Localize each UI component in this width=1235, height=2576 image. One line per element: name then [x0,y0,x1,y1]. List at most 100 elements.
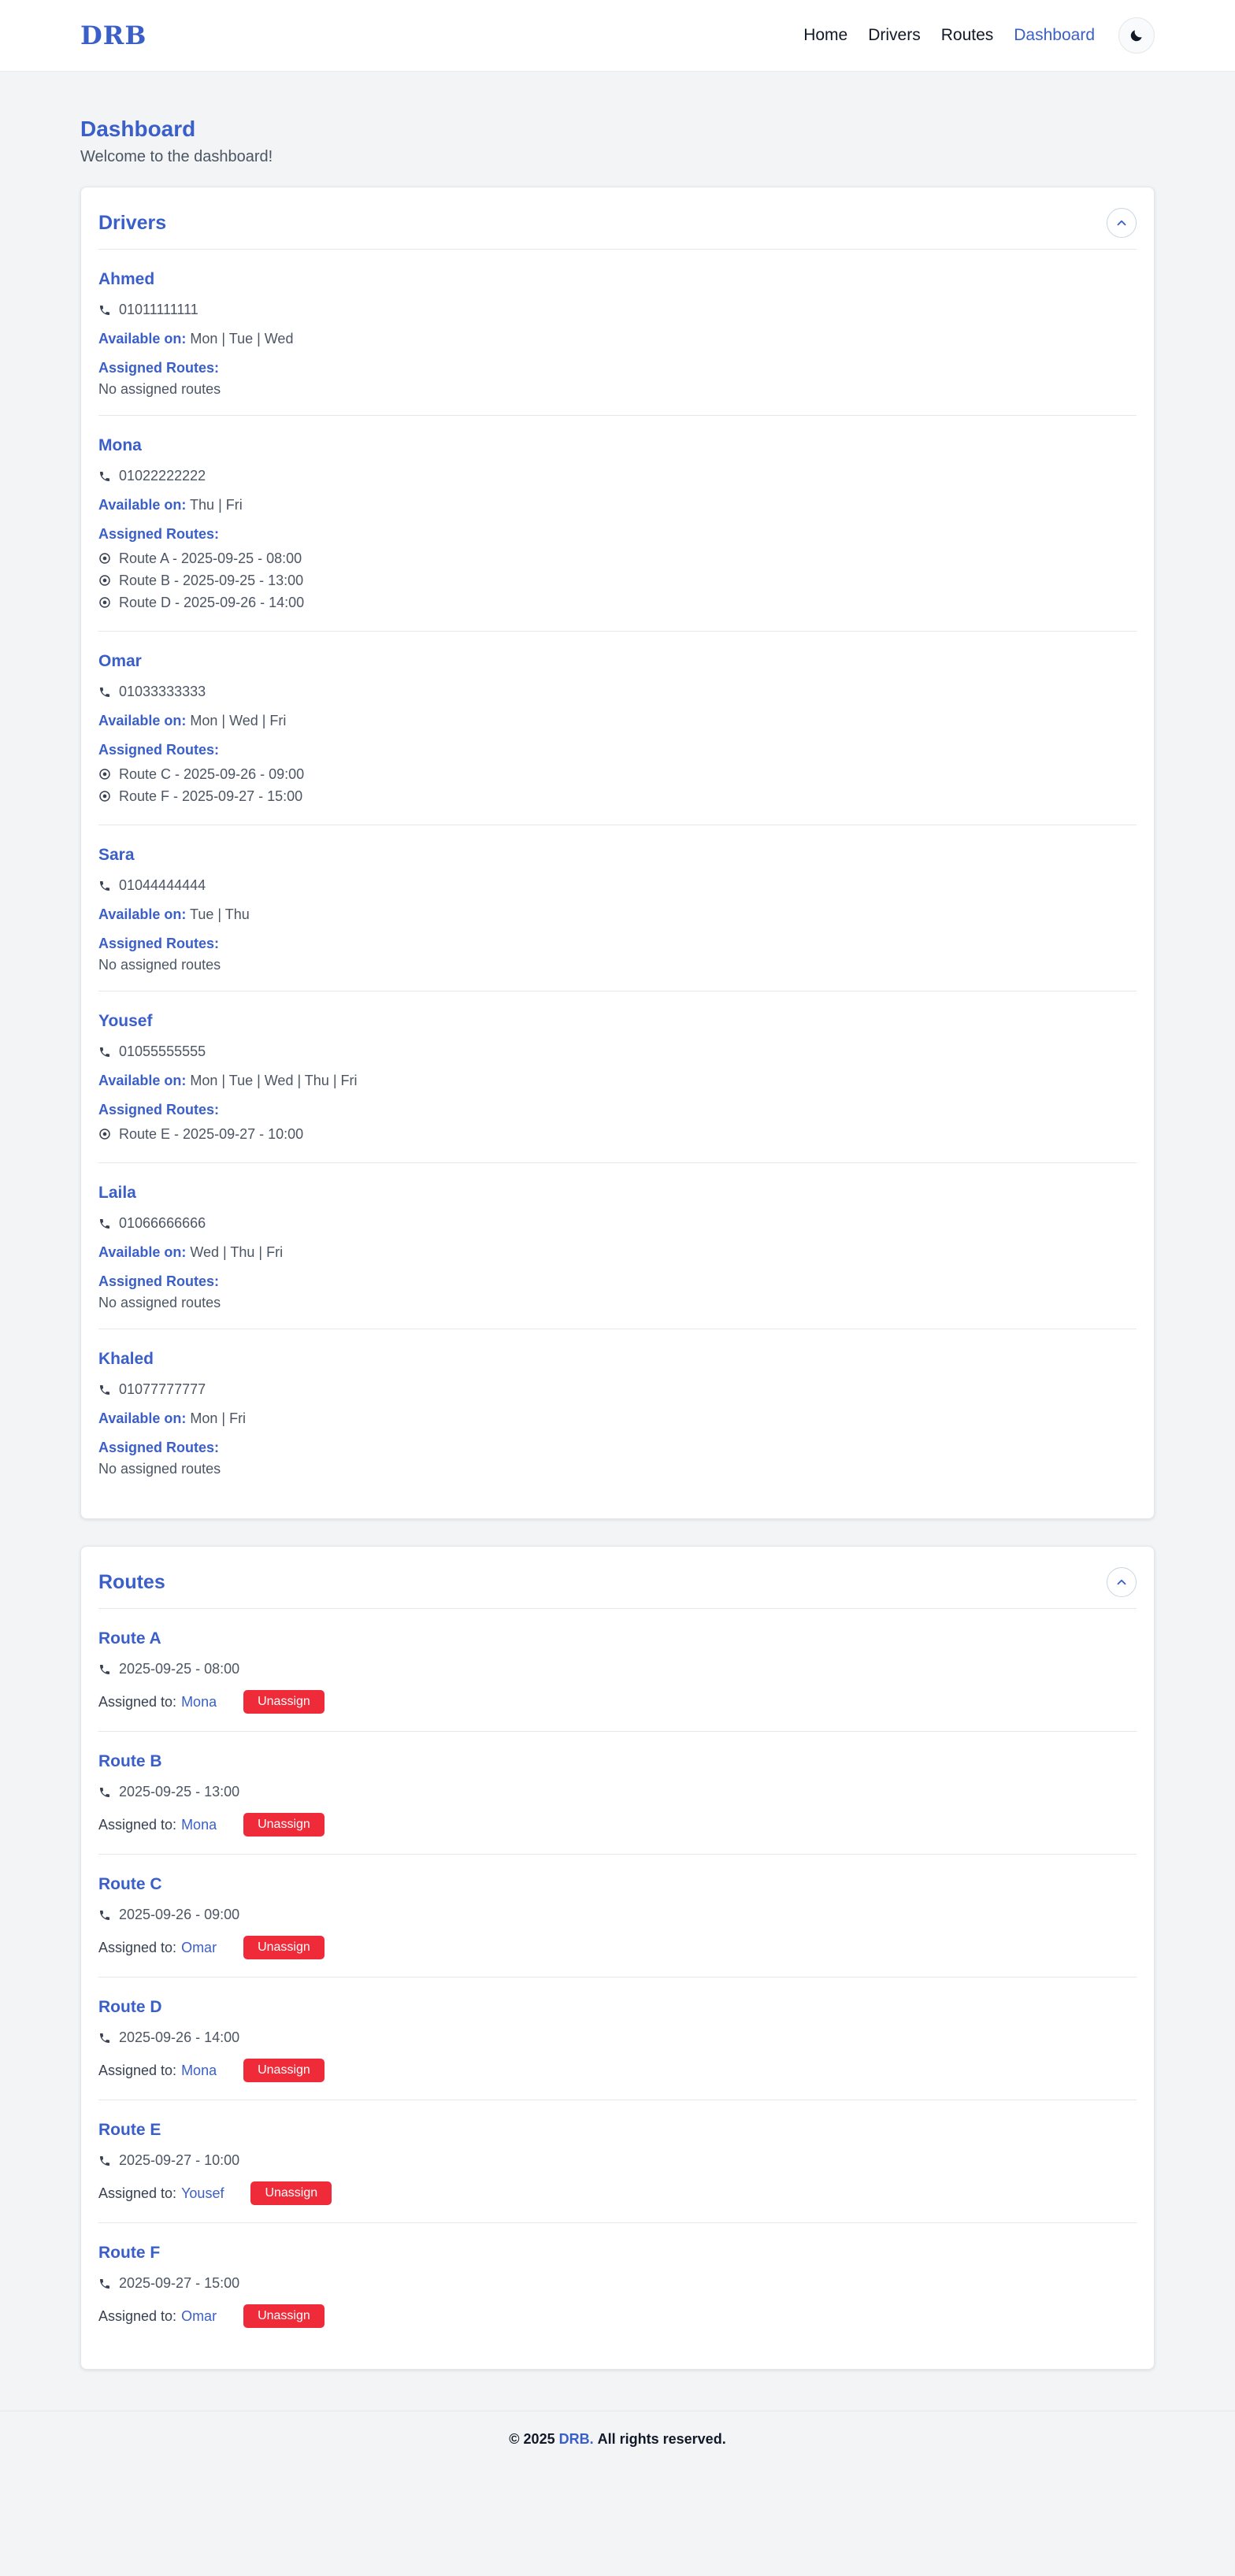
route-item: Route E 2025-09-27 - 10:00 Assigned to: You… [98,2100,1137,2223]
nav-link-drivers[interactable]: Drivers [868,26,921,45]
driver-name[interactable]: Ahmed [98,270,1137,289]
main-content: Dashboard Welcome to the dashboard! Driv… [0,71,1235,2370]
driver-item: Sara 01044444444 Available on: Tue | Thu As… [98,825,1137,991]
routes-collapse-button[interactable] [1107,1567,1137,1597]
route-name[interactable]: Route C [98,1875,1137,1894]
route-item: Route C 2025-09-26 - 09:00 Assigned to: Oma… [98,1855,1137,1977]
available-days: Thu | Fri [190,497,243,513]
driver-phone: 01022222222 [98,468,1137,484]
footer-brand[interactable]: DRB. [559,2431,594,2448]
phone-icon [98,1046,111,1058]
route-datetime: 2025-09-27 - 10:00 [98,2152,1137,2169]
assigned-routes-label: Assigned Routes: [98,742,220,758]
route-target-icon [98,768,111,780]
unassign-button[interactable]: Unassign [243,2304,325,2328]
driver-name[interactable]: Laila [98,1184,1137,1203]
unassign-button[interactable]: Unassign [243,1690,325,1714]
route-item: Route F 2025-09-27 - 15:00 Assigned to: Oma… [98,2223,1137,2345]
driver-phone-number: 01011111111 [119,302,198,317]
assigned-routes-label: Assigned Routes: [98,526,220,542]
available-label: Available on: [98,906,187,922]
unassign-button[interactable]: Unassign [250,2181,332,2205]
assigned-routes-label: Assigned Routes: [98,936,220,951]
driver-phone-number: 01055555555 [119,1043,206,1059]
driver-phone: 01066666666 [98,1215,1137,1232]
driver-name[interactable]: Sara [98,846,1137,865]
route-name[interactable]: Route E [98,2121,1137,2140]
route-datetime: 2025-09-26 - 14:00 [98,2029,1137,2046]
assigned-route-item: Route C - 2025-09-26 - 09:00 [98,763,1137,785]
available-days: Mon | Tue | Wed [190,331,294,347]
assigned-route-item: Route F - 2025-09-27 - 15:00 [98,785,1137,807]
route-item: Route A 2025-09-25 - 08:00 Assigned to: Mon… [98,1609,1137,1732]
drivers-section-title: Drivers [98,211,167,234]
assigned-driver-link[interactable]: Mona [181,1817,217,1833]
route-datetime-text: 2025-09-27 - 15:00 [119,2275,240,2291]
brand-logo[interactable]: DRB [80,20,146,50]
route-name[interactable]: Route A [98,1629,1137,1648]
driver-phone-number: 01077777777 [119,1381,206,1397]
unassign-button[interactable]: Unassign [243,1936,325,1959]
assigned-route-item: Route E - 2025-09-27 - 10:00 [98,1123,1137,1145]
page-footer: © 2025 DRB. All rights reserved. [0,2411,1235,2467]
nav-link-dashboard[interactable]: Dashboard [1014,26,1095,45]
route-name[interactable]: Route D [98,1998,1137,2017]
assigned-driver-link[interactable]: Omar [181,2308,217,2325]
route-datetime: 2025-09-25 - 08:00 [98,1661,1137,1677]
no-routes-text: No assigned routes [98,957,221,973]
route-name[interactable]: Route F [98,2244,1137,2263]
route-target-icon [98,552,111,565]
route-target-icon [98,790,111,802]
driver-availability: Available on: Thu | Fri [98,497,1137,513]
assigned-route-item: Route D - 2025-09-26 - 14:00 [98,591,1137,613]
available-label: Available on: [98,1244,187,1260]
driver-availability: Available on: Mon | Tue | Wed | Thu | Fr… [98,1073,1137,1089]
route-datetime-text: 2025-09-27 - 10:00 [119,2152,240,2168]
driver-phone: 01077777777 [98,1381,1137,1398]
chevron-up-icon [1114,216,1129,230]
no-routes-text: No assigned routes [98,1461,221,1477]
theme-toggle-button[interactable] [1118,17,1155,54]
assigned-route-text: Route F - 2025-09-27 - 15:00 [119,788,303,804]
route-assignment: Assigned to: Omar Unassign [98,1936,1137,1959]
unassign-button[interactable]: Unassign [243,2059,325,2082]
driver-name[interactable]: Omar [98,652,1137,671]
route-target-icon [98,1128,111,1140]
driver-availability: Available on: Wed | Thu | Fri [98,1244,1137,1261]
driver-phone-number: 01044444444 [119,877,206,893]
phone-icon [98,2278,111,2290]
driver-phone-number: 01022222222 [119,468,206,484]
phone-icon [98,1663,111,1676]
nav-link-home[interactable]: Home [803,26,847,45]
available-label: Available on: [98,1073,187,1088]
assigned-route-item: Route B - 2025-09-25 - 13:00 [98,569,1137,591]
assigned-driver-link[interactable]: Mona [181,2063,217,2079]
assigned-route-text: Route C - 2025-09-26 - 09:00 [119,766,305,782]
assigned-driver-link[interactable]: Yousef [181,2185,224,2202]
nav-link-routes[interactable]: Routes [941,26,994,45]
driver-phone: 01055555555 [98,1043,1137,1060]
drivers-collapse-button[interactable] [1107,208,1137,238]
top-navbar: DRB Home Drivers Routes Dashboard [0,0,1235,71]
driver-availability: Available on: Tue | Thu [98,906,1137,923]
main-nav: Home Drivers Routes Dashboard [803,17,1155,54]
route-assignment: Assigned to: Omar Unassign [98,2304,1137,2328]
page-title: Dashboard [80,117,196,141]
assigned-to-label: Assigned to: [98,1693,177,1710]
footer-copyright: © 2025 [509,2431,555,2447]
assigned-routes-label: Assigned Routes: [98,360,220,376]
no-routes-text: No assigned routes [98,381,221,397]
route-datetime: 2025-09-27 - 15:00 [98,2275,1137,2292]
phone-icon [98,304,111,317]
available-days: Mon | Tue | Wed | Thu | Fri [190,1073,358,1088]
driver-name[interactable]: Mona [98,436,1137,455]
phone-icon [98,2155,111,2167]
available-label: Available on: [98,1410,187,1426]
unassign-button[interactable]: Unassign [243,1813,325,1837]
assigned-driver-link[interactable]: Omar [181,1940,217,1956]
assigned-driver-link[interactable]: Mona [181,1694,217,1711]
available-label: Available on: [98,331,187,347]
route-name[interactable]: Route B [98,1752,1137,1771]
driver-name[interactable]: Yousef [98,1012,1137,1031]
driver-name[interactable]: Khaled [98,1350,1137,1369]
